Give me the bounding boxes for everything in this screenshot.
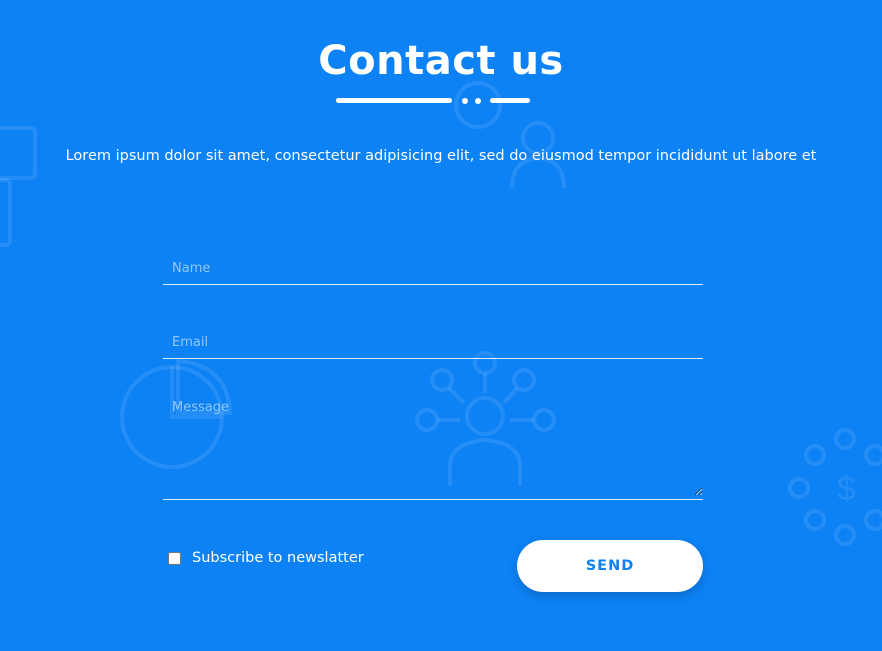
intro-text: Lorem ipsum dolor sit amet, consectetur … <box>65 148 817 164</box>
subscribe-checkbox[interactable] <box>168 551 181 565</box>
divider-dot <box>475 98 481 104</box>
subscribe-label: Subscribe to newslatter <box>192 550 364 566</box>
email-input[interactable] <box>163 328 703 356</box>
document-icon <box>0 126 37 247</box>
dollar-sign-glyph: $ <box>837 470 856 508</box>
message-textarea[interactable] <box>163 396 703 496</box>
name-field-wrapper <box>163 254 703 285</box>
divider-long-segment <box>336 98 452 103</box>
user-icon <box>454 81 566 189</box>
email-field-wrapper <box>163 328 703 359</box>
send-button[interactable]: SEND <box>517 540 703 592</box>
divider-dot <box>462 98 468 104</box>
dollar-network-icon: $ <box>788 428 882 546</box>
subscribe-option[interactable]: Subscribe to newslatter <box>168 550 364 566</box>
page-title: Contact us <box>318 38 564 84</box>
title-divider <box>336 98 530 104</box>
message-field-wrapper <box>163 396 703 500</box>
divider-short-segment <box>490 98 530 103</box>
name-input[interactable] <box>163 254 703 282</box>
